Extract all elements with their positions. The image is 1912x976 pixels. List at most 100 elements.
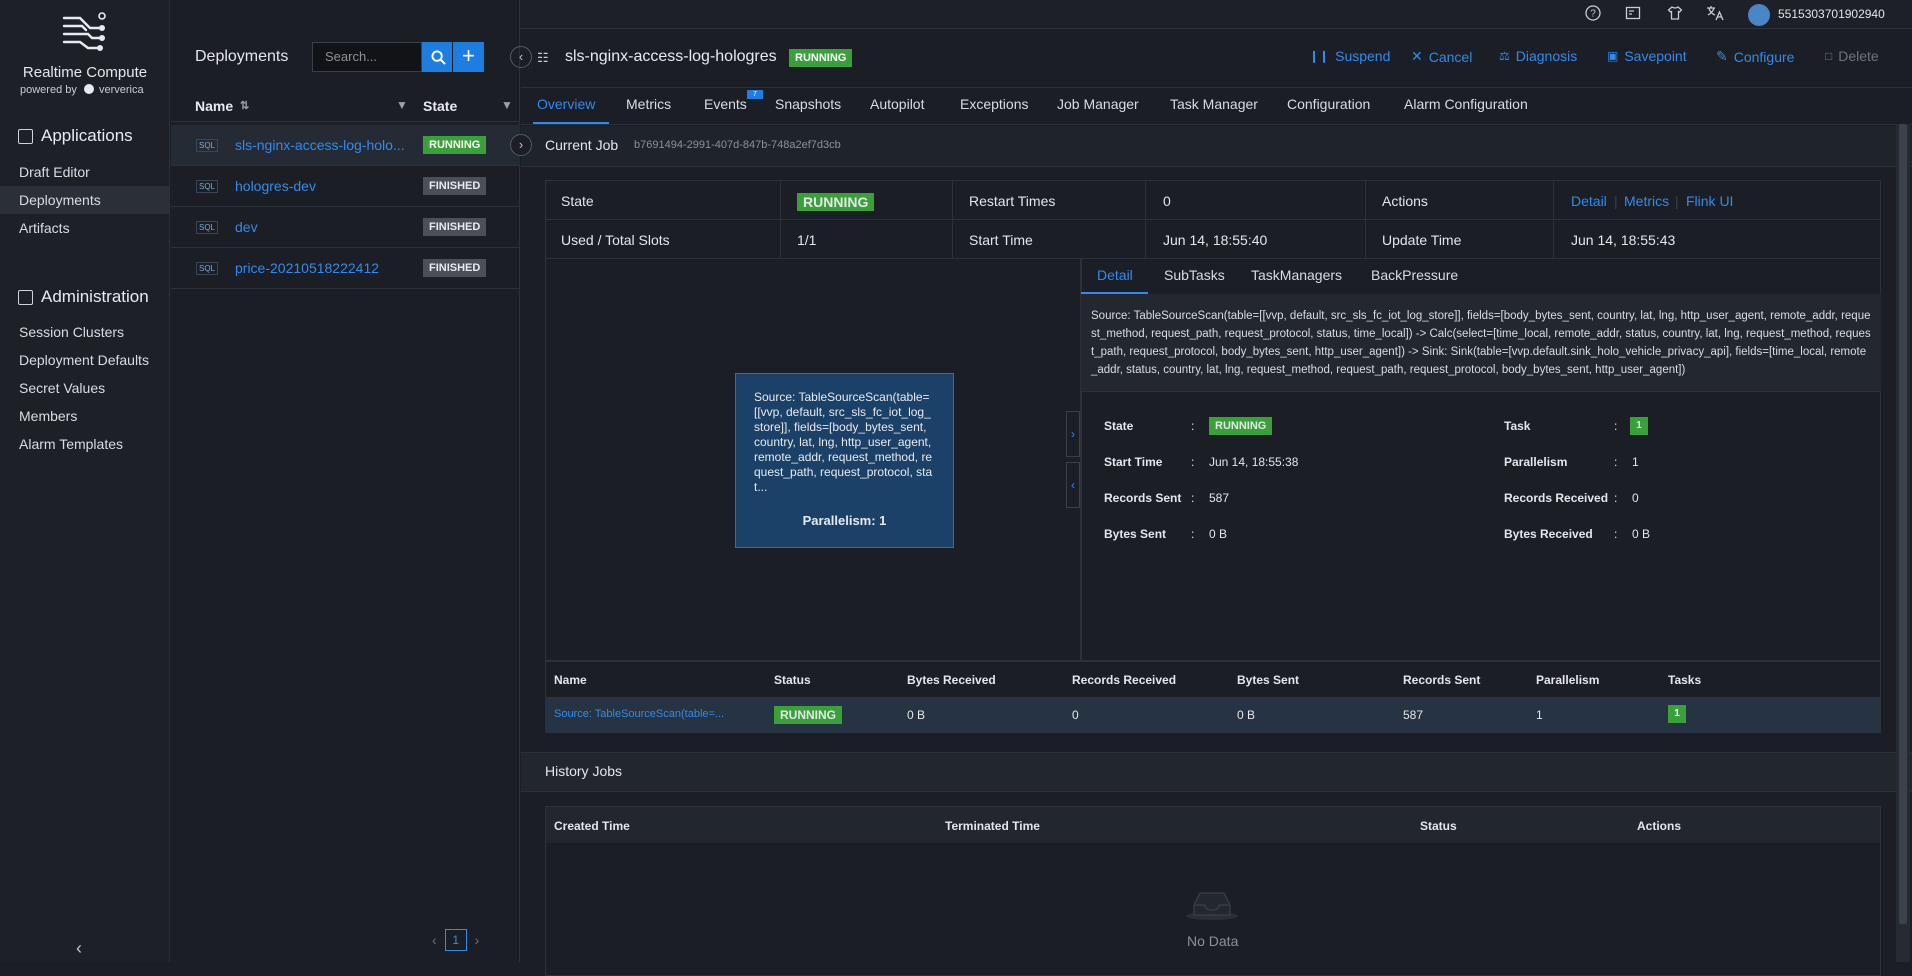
detail-key: State <box>1104 419 1134 433</box>
nav-members[interactable]: Members <box>0 402 170 430</box>
col-name-header: Name <box>195 98 234 114</box>
colon: : <box>1614 419 1618 433</box>
detail-value: Jun 14, 18:55:38 <box>1209 455 1299 469</box>
suspend-button[interactable]: ❙❙ Suspend <box>1309 48 1390 64</box>
tab-overview[interactable]: Overview <box>537 96 595 112</box>
tab-job-manager[interactable]: Job Manager <box>1057 96 1139 112</box>
list-item[interactable]: SQL hologres-dev FINISHED <box>171 166 520 207</box>
colon: : <box>1191 491 1195 505</box>
billing-icon[interactable] <box>1624 5 1642 23</box>
section-applications: Applications <box>18 126 133 146</box>
diagnosis-button[interactable]: ⚖ Diagnosis <box>1499 48 1577 64</box>
tasks-count-badge: 1 <box>1668 705 1686 723</box>
parallelism-value: 1 <box>1536 708 1543 722</box>
nav-deployments[interactable]: Deployments <box>0 186 170 214</box>
diagnosis-icon: ⚖ <box>1499 49 1510 63</box>
colon: : <box>1191 527 1195 541</box>
help-icon[interactable]: ? <box>1584 5 1602 23</box>
vertex-table: Name Status Bytes Received Records Recei… <box>545 661 1881 733</box>
actions-label: Actions <box>1382 193 1428 209</box>
tab-detail[interactable]: Detail <box>1097 267 1133 283</box>
suspend-label: Suspend <box>1335 48 1391 64</box>
tab-taskmanagers[interactable]: TaskManagers <box>1251 267 1342 283</box>
nav-draft-editor[interactable]: Draft Editor <box>0 158 170 186</box>
flink-ui-link[interactable]: Flink UI <box>1686 193 1733 209</box>
detail-key: Bytes Sent <box>1104 527 1167 541</box>
scrollbar-thumb[interactable] <box>1899 124 1907 924</box>
pause-icon: ❙❙ <box>1309 49 1330 63</box>
detail-link[interactable]: Detail <box>1571 193 1607 209</box>
history-jobs-header <box>521 752 1912 792</box>
list-item[interactable]: SQL price-20210518222412 FINISHED <box>171 248 520 289</box>
deployment-name-link[interactable]: dev <box>235 219 258 235</box>
nav-secret-values[interactable]: Secret Values <box>0 374 170 402</box>
divider <box>1365 180 1366 259</box>
th-bytes-sent: Bytes Sent <box>1237 673 1300 687</box>
vertex-name-link[interactable]: Source: TableSourceScan(table=... <box>554 708 724 720</box>
sort-icon[interactable]: ⇅ <box>240 99 249 112</box>
tab-snapshots[interactable]: Snapshots <box>775 96 841 112</box>
state-label: State <box>561 193 594 209</box>
search-input[interactable]: Search... <box>312 42 422 72</box>
translate-icon[interactable] <box>1706 5 1724 23</box>
th-parallelism: Parallelism <box>1536 673 1600 687</box>
th-created-time: Created Time <box>554 819 630 833</box>
th-name: Name <box>554 673 587 687</box>
cancel-label: Cancel <box>1428 48 1473 65</box>
tab-subtasks[interactable]: SubTasks <box>1164 267 1225 283</box>
filter-state-icon[interactable]: ▼ <box>501 98 513 112</box>
brand-subtitle: powered by ververica <box>20 84 144 96</box>
list-item[interactable]: SQL sls-nginx-access-log-holo... RUNNING <box>171 125 520 166</box>
divider <box>546 219 1880 220</box>
tab-exceptions[interactable]: Exceptions <box>960 96 1028 112</box>
graph-node-parallelism: Parallelism: 1 <box>802 513 887 528</box>
th-bytes-received: Bytes Received <box>907 673 996 687</box>
nav-alarm-templates[interactable]: Alarm Templates <box>0 430 170 458</box>
restart-times-label: Restart Times <box>969 193 1056 209</box>
tab-events[interactable]: Events <box>704 96 747 112</box>
next-page-icon[interactable]: › <box>475 932 480 948</box>
start-time-value: Jun 14, 18:55:40 <box>1163 232 1268 248</box>
records-received-value: 0 <box>1072 708 1079 722</box>
deployment-name-link[interactable]: price-20210518222412 <box>235 260 379 276</box>
tab-autopilot[interactable]: Autopilot <box>870 96 924 112</box>
list-item[interactable]: SQL dev FINISHED <box>171 207 520 248</box>
colon: : <box>1614 491 1618 505</box>
tab-configuration[interactable]: Configuration <box>1287 96 1370 112</box>
page-number[interactable]: 1 <box>444 929 467 951</box>
collapse-panel-icon[interactable]: ‹ <box>1066 462 1080 508</box>
delete-button[interactable]: □ Delete <box>1825 48 1879 64</box>
configure-button[interactable]: ✎ Configure <box>1716 48 1794 65</box>
nav-artifacts[interactable]: Artifacts <box>0 214 170 242</box>
divider <box>952 180 953 259</box>
nav-deployment-defaults[interactable]: Deployment Defaults <box>0 346 170 374</box>
avatar[interactable] <box>1748 4 1770 26</box>
tab-alarm-configuration[interactable]: Alarm Configuration <box>1404 96 1528 112</box>
savepoint-button[interactable]: ▣ Savepoint <box>1607 48 1687 64</box>
tab-backpressure[interactable]: BackPressure <box>1371 267 1458 283</box>
brand-vendor: ververica <box>99 84 144 96</box>
prev-page-icon[interactable]: ‹ <box>432 932 437 948</box>
tab-task-manager[interactable]: Task Manager <box>1170 96 1258 112</box>
nav-session-clusters[interactable]: Session Clusters <box>0 318 170 346</box>
collapse-list-icon[interactable]: ‹ <box>510 46 532 68</box>
detail-key: Records Received <box>1504 491 1609 505</box>
divider <box>780 180 781 259</box>
detail-value: 1 <box>1632 455 1639 469</box>
tab-metrics[interactable]: Metrics <box>626 96 671 112</box>
deployment-name-link[interactable]: sls-nginx-access-log-holo... <box>235 137 405 153</box>
search-button[interactable] <box>422 42 454 72</box>
sql-tag: SQL <box>196 221 218 234</box>
filter-name-icon[interactable]: ▼ <box>396 98 408 112</box>
cancel-button[interactable]: ✕ Cancel <box>1411 48 1472 65</box>
detail-value: 587 <box>1209 491 1230 505</box>
metrics-link[interactable]: Metrics <box>1624 193 1669 209</box>
add-deployment-button[interactable]: + <box>452 42 484 72</box>
slots-value: 1/1 <box>797 232 817 248</box>
account-id[interactable]: 5515303701902940 <box>1778 7 1885 21</box>
collapse-sidebar-icon[interactable]: ‹ <box>76 938 82 959</box>
expand-panel-icon[interactable]: › <box>1066 411 1080 457</box>
expand-list-icon[interactable]: › <box>510 134 532 156</box>
deployment-name-link[interactable]: hologres-dev <box>235 178 316 194</box>
shirt-icon[interactable] <box>1666 5 1684 23</box>
